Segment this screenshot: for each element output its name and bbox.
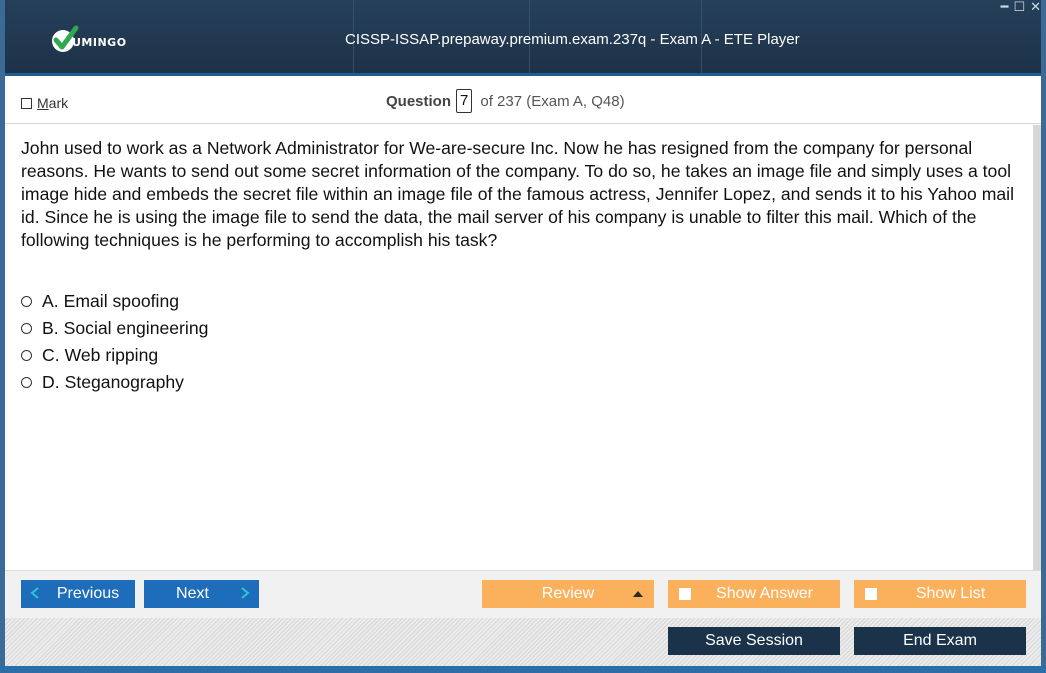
- show-answer-button[interactable]: Show Answer: [668, 580, 840, 608]
- mark-label[interactable]: Mark: [37, 95, 68, 111]
- option-letter: B.: [42, 318, 59, 338]
- vertical-scrollbar[interactable]: [1033, 125, 1041, 570]
- app-window: UMINGO CISSP-ISSAP.prepaway.premium.exam…: [5, 0, 1041, 673]
- question-number-input[interactable]: 7: [456, 89, 473, 113]
- previous-button[interactable]: Previous: [21, 580, 135, 608]
- radio-button[interactable]: [21, 350, 32, 361]
- review-label: Review: [541, 585, 595, 602]
- next-button[interactable]: Next: [144, 580, 259, 608]
- end-exam-label: End Exam: [903, 632, 977, 649]
- option-letter: A.: [42, 291, 59, 311]
- minimize-icon[interactable]: ━: [1001, 1, 1009, 14]
- question-body: John used to work as a Network Administr…: [5, 125, 1033, 673]
- radio-button[interactable]: [21, 296, 32, 307]
- question-text: John used to work as a Network Administr…: [21, 138, 1014, 250]
- radio-button[interactable]: [21, 323, 32, 334]
- chevron-right-icon: [241, 587, 250, 599]
- option-text: Web ripping: [64, 345, 159, 365]
- window-title: CISSP-ISSAP.prepaway.premium.exam.237q -…: [345, 31, 800, 48]
- option-text: Steganography: [64, 372, 184, 392]
- question-total: of 237 (Exam A, Q48): [480, 92, 625, 110]
- answer-option-d[interactable]: D. Steganography: [21, 369, 208, 396]
- save-session-button[interactable]: Save Session: [668, 627, 840, 655]
- option-text: Social engineering: [63, 318, 209, 338]
- question-label: Question: [386, 92, 452, 110]
- show-list-label: Show List: [915, 585, 986, 602]
- review-button[interactable]: Review: [482, 580, 654, 608]
- vumingo-logo: UMINGO: [49, 24, 159, 58]
- mark-checkbox-box[interactable]: [21, 97, 32, 109]
- next-label: Next: [176, 585, 209, 602]
- save-session-label: Save Session: [705, 632, 803, 649]
- show-answer-label: Show Answer: [716, 585, 813, 602]
- answer-option-b[interactable]: B. Social engineering: [21, 315, 208, 342]
- bottom-border: [0, 666, 1046, 673]
- answer-option-c[interactable]: C. Web ripping: [21, 342, 208, 369]
- logo-text: UMINGO: [72, 36, 127, 49]
- previous-label: Previous: [56, 585, 120, 602]
- chevron-left-icon: [30, 587, 39, 599]
- option-text: Email spoofing: [63, 291, 180, 311]
- option-letter: C.: [42, 345, 60, 365]
- show-list-checkbox[interactable]: [865, 588, 877, 600]
- caret-up-icon[interactable]: [633, 591, 643, 597]
- window-controls: ━ ☐ ✕: [1001, 1, 1041, 14]
- footer-bar: Save Session End Exam: [5, 618, 1041, 666]
- question-counter: Question 7 of 237 (Exam A, Q48): [386, 89, 625, 113]
- end-exam-button[interactable]: End Exam: [854, 627, 1026, 655]
- maximize-icon[interactable]: ☐: [1013, 1, 1025, 14]
- close-icon[interactable]: ✕: [1030, 1, 1041, 14]
- option-letter: D.: [42, 372, 60, 392]
- question-header: Mark Question 7 of 237 (Exam A, Q48): [5, 76, 1041, 124]
- show-list-button[interactable]: Show List: [854, 580, 1026, 608]
- answer-option-a[interactable]: A. Email spoofing: [21, 288, 208, 315]
- answer-options: A. Email spoofing B. Social engineering …: [21, 288, 208, 396]
- radio-button[interactable]: [21, 377, 32, 388]
- navigation-bar: Previous Next Review Show Answer Show Li…: [5, 570, 1041, 618]
- title-bar: UMINGO CISSP-ISSAP.prepaway.premium.exam…: [5, 0, 1041, 76]
- mark-checkbox[interactable]: Mark: [21, 95, 68, 111]
- show-answer-checkbox[interactable]: [679, 588, 691, 600]
